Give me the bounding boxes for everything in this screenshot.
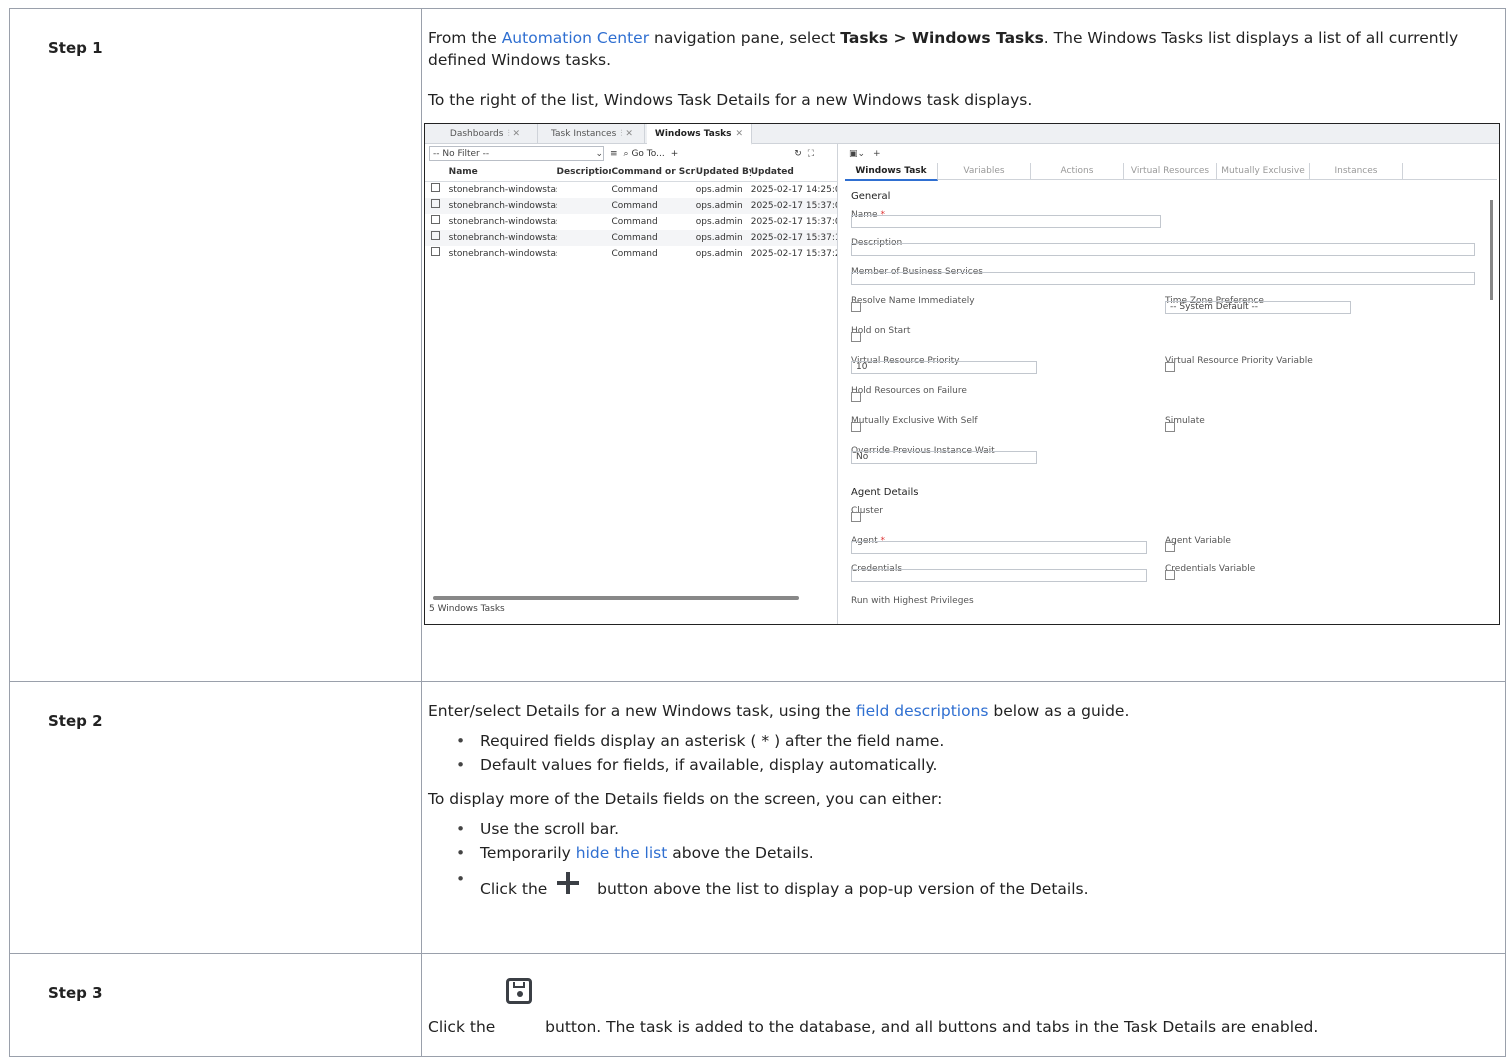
grid-body: stonebranch-windowstask-01Commandops.adm…: [425, 182, 837, 262]
hide-list-link[interactable]: hide the list: [576, 844, 668, 862]
resolve-checkbox[interactable]: [851, 302, 861, 312]
vr-priority-var-checkbox[interactable]: [1165, 362, 1175, 372]
tab-mutually-exclusive[interactable]: Mutually Exclusive: [1217, 163, 1310, 179]
list-item: Click the button above the list to displ…: [456, 868, 1497, 900]
required-bullets: Required fields display an asterisk ( * …: [428, 730, 1497, 776]
tab-instances[interactable]: Instances: [1310, 163, 1403, 179]
col-description[interactable]: Description: [557, 161, 612, 183]
list-item: Use the scroll bar.: [456, 818, 1497, 840]
step2-paragraph: Enter/select Details for a new Windows t…: [428, 702, 1130, 720]
cluster-checkbox[interactable]: [851, 512, 861, 522]
step3-paragraph: Click the button. The task is added to t…: [428, 978, 1497, 1038]
task-icon: [431, 231, 440, 240]
field-descriptions-link[interactable]: field descriptions: [856, 702, 989, 720]
tab-variables[interactable]: Variables: [938, 163, 1031, 179]
task-icon: [431, 183, 440, 192]
label-credentials-var: Credentials Variable: [1165, 564, 1256, 574]
task-list-pane: -- No Filter -- ⌄ ≡ ⌕ Go To... + ↻ ⛶ Name…: [425, 144, 838, 624]
step1-paragraph: From the Automation Center navigation pa…: [428, 29, 1459, 69]
step-body: From the Automation Center navigation pa…: [421, 8, 1506, 682]
tab-virtual-resources[interactable]: Virtual Resources: [1124, 163, 1217, 179]
label-mutex: Mutually Exclusive With Self: [851, 416, 978, 426]
step-row-1: Step 1 From the Automation Center naviga…: [9, 8, 1506, 682]
description-input[interactable]: [851, 243, 1475, 256]
agent-var-checkbox[interactable]: [1165, 542, 1175, 552]
label-vr-priority-var: Virtual Resource Priority Variable: [1165, 356, 1313, 366]
mutex-checkbox[interactable]: [851, 422, 861, 432]
details-form: General Name * Description Member of Bus…: [845, 180, 1497, 606]
list-item: Default values for fields, if available,…: [456, 754, 1497, 776]
save-icon: [500, 972, 540, 1016]
steps-table: Step 1 From the Automation Center naviga…: [9, 8, 1506, 1057]
task-details-pane: ▣⌄ + Windows Task Variables Actions Virt…: [845, 144, 1497, 624]
credentials-var-checkbox[interactable]: [1165, 570, 1175, 580]
name-input[interactable]: [851, 215, 1161, 228]
tab-bar: Dashboards ⫶ ✕ Task Instances ⫶ ✕ Windows …: [425, 124, 1499, 145]
details-tabs: Windows Task Variables Actions Virtual R…: [845, 163, 1497, 181]
step-label: Step 3: [9, 953, 422, 1057]
agent-select[interactable]: [851, 541, 1147, 554]
hold-start-checkbox[interactable]: [851, 332, 861, 342]
hold-failure-checkbox[interactable]: [851, 392, 861, 402]
step-body: Click the button. The task is added to t…: [421, 953, 1506, 1057]
simulate-checkbox[interactable]: [1165, 422, 1175, 432]
plus-icon: [552, 868, 592, 898]
table-row[interactable]: stonebranch-windowstask-05Commandops.adm…: [425, 246, 837, 262]
step-body: Enter/select Details for a new Windows t…: [421, 681, 1506, 954]
step-row-2: Step 2 Enter/select Details for a new Wi…: [9, 681, 1506, 954]
task-icon: [431, 199, 440, 208]
label-resolve: Resolve Name Immediately: [851, 296, 975, 306]
tz-select[interactable]: -- System Default --: [1165, 301, 1351, 314]
override-select[interactable]: No: [851, 451, 1037, 464]
step1-paragraph-2: To the right of the list, Windows Task D…: [428, 91, 1033, 109]
list-item: Temporarily hide the list above the Deta…: [456, 842, 1497, 864]
task-icon: [431, 247, 440, 256]
step-label: Step 1: [9, 8, 422, 682]
tab-dashboards[interactable]: Dashboards ⫶ ✕: [433, 124, 538, 143]
label-run-highest: Run with Highest Privileges: [851, 596, 974, 606]
list-count: 5 Windows Tasks: [429, 604, 505, 614]
step-label: Step 2: [9, 681, 422, 954]
filter-select[interactable]: -- No Filter -- ⌄: [429, 146, 604, 161]
tab-windows-task[interactable]: Windows Task: [845, 163, 938, 181]
windows-tasks-screenshot: Dashboards ⫶ ✕ Task Instances ⫶ ✕ Windows …: [424, 123, 1500, 625]
vr-priority-select[interactable]: 10: [851, 361, 1037, 374]
tab-task-instances[interactable]: Task Instances ⫶ ✕: [540, 124, 645, 143]
task-icon: [431, 215, 440, 224]
step2-paragraph-2: To display more of the Details fields on…: [428, 790, 943, 808]
label-hold-failure: Hold Resources on Failure: [851, 386, 967, 396]
member-select[interactable]: [851, 272, 1475, 285]
credentials-select[interactable]: [851, 569, 1147, 582]
display-bullets: Use the scroll bar. Temporarily hide the…: [428, 818, 1497, 900]
step-row-3: Step 3 Click the button. The task is add…: [9, 953, 1506, 1057]
tab-actions[interactable]: Actions: [1031, 163, 1124, 179]
list-item: Required fields display an asterisk ( * …: [456, 730, 1497, 752]
automation-center-link[interactable]: Automation Center: [502, 29, 649, 47]
vertical-scrollbar[interactable]: [1490, 200, 1493, 300]
